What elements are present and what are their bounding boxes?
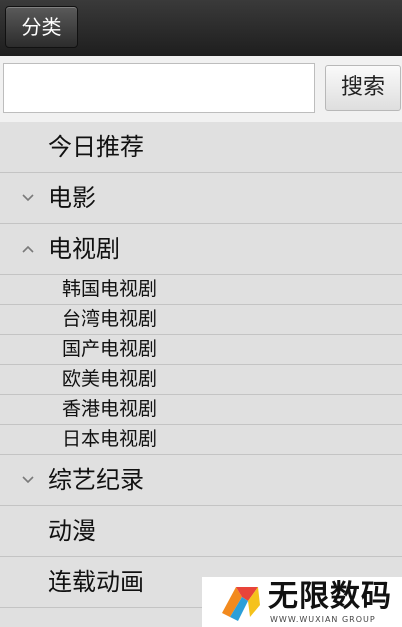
- chevron-down-icon: [18, 455, 38, 505]
- submenu-item-label: 香港电视剧: [62, 398, 158, 420]
- search-button[interactable]: 搜索: [325, 65, 401, 111]
- submenu-item-label: 日本电视剧: [62, 428, 158, 450]
- chevron-down-icon: [18, 173, 38, 223]
- menu-item-label: 电视剧: [48, 235, 120, 263]
- category-button[interactable]: 分类: [5, 6, 78, 48]
- submenu-item-hongkong-tv[interactable]: 香港电视剧: [0, 395, 402, 425]
- submenu-item-label: 韩国电视剧: [62, 278, 158, 300]
- top-bar: 分类: [0, 0, 402, 56]
- submenu-item-label: 台湾电视剧: [62, 308, 158, 330]
- menu-item-tv[interactable]: 电视剧: [0, 224, 402, 275]
- menu-item-movie[interactable]: 电影: [0, 173, 402, 224]
- menu-item-label: 今日推荐: [48, 133, 144, 161]
- menu-item-label: 连载动画: [48, 568, 144, 596]
- menu-item-label: 综艺纪录: [48, 466, 144, 494]
- submenu-item-western-tv[interactable]: 欧美电视剧: [0, 365, 402, 395]
- menu-item-anime[interactable]: 动漫: [0, 506, 402, 557]
- search-input[interactable]: [3, 63, 315, 113]
- menu-item-variety[interactable]: 综艺纪录: [0, 455, 402, 506]
- watermark-title: 无限数码: [268, 579, 392, 614]
- watermark: 无限数码 WWW.WUXIAN GROUP: [202, 577, 402, 627]
- submenu-item-korean-tv[interactable]: 韩国电视剧: [0, 275, 402, 305]
- menu-item-today[interactable]: 今日推荐: [0, 122, 402, 173]
- menu-item-label: 电影: [48, 184, 96, 212]
- submenu-item-taiwan-tv[interactable]: 台湾电视剧: [0, 305, 402, 335]
- watermark-subtitle: WWW.WUXIAN GROUP: [270, 615, 376, 624]
- submenu-item-domestic-tv[interactable]: 国产电视剧: [0, 335, 402, 365]
- category-list: 今日推荐 电影 电视剧 韩国电视剧 台湾电视剧 国产电视剧 欧美电视剧 香港电视…: [0, 122, 402, 608]
- wuxian-logo-icon: [222, 587, 260, 621]
- submenu-item-label: 欧美电视剧: [62, 368, 158, 390]
- search-bar: 搜索: [0, 56, 402, 122]
- chevron-up-icon: [18, 224, 38, 274]
- submenu-item-label: 国产电视剧: [62, 338, 158, 360]
- menu-item-label: 动漫: [48, 517, 96, 545]
- submenu-item-japan-tv[interactable]: 日本电视剧: [0, 425, 402, 455]
